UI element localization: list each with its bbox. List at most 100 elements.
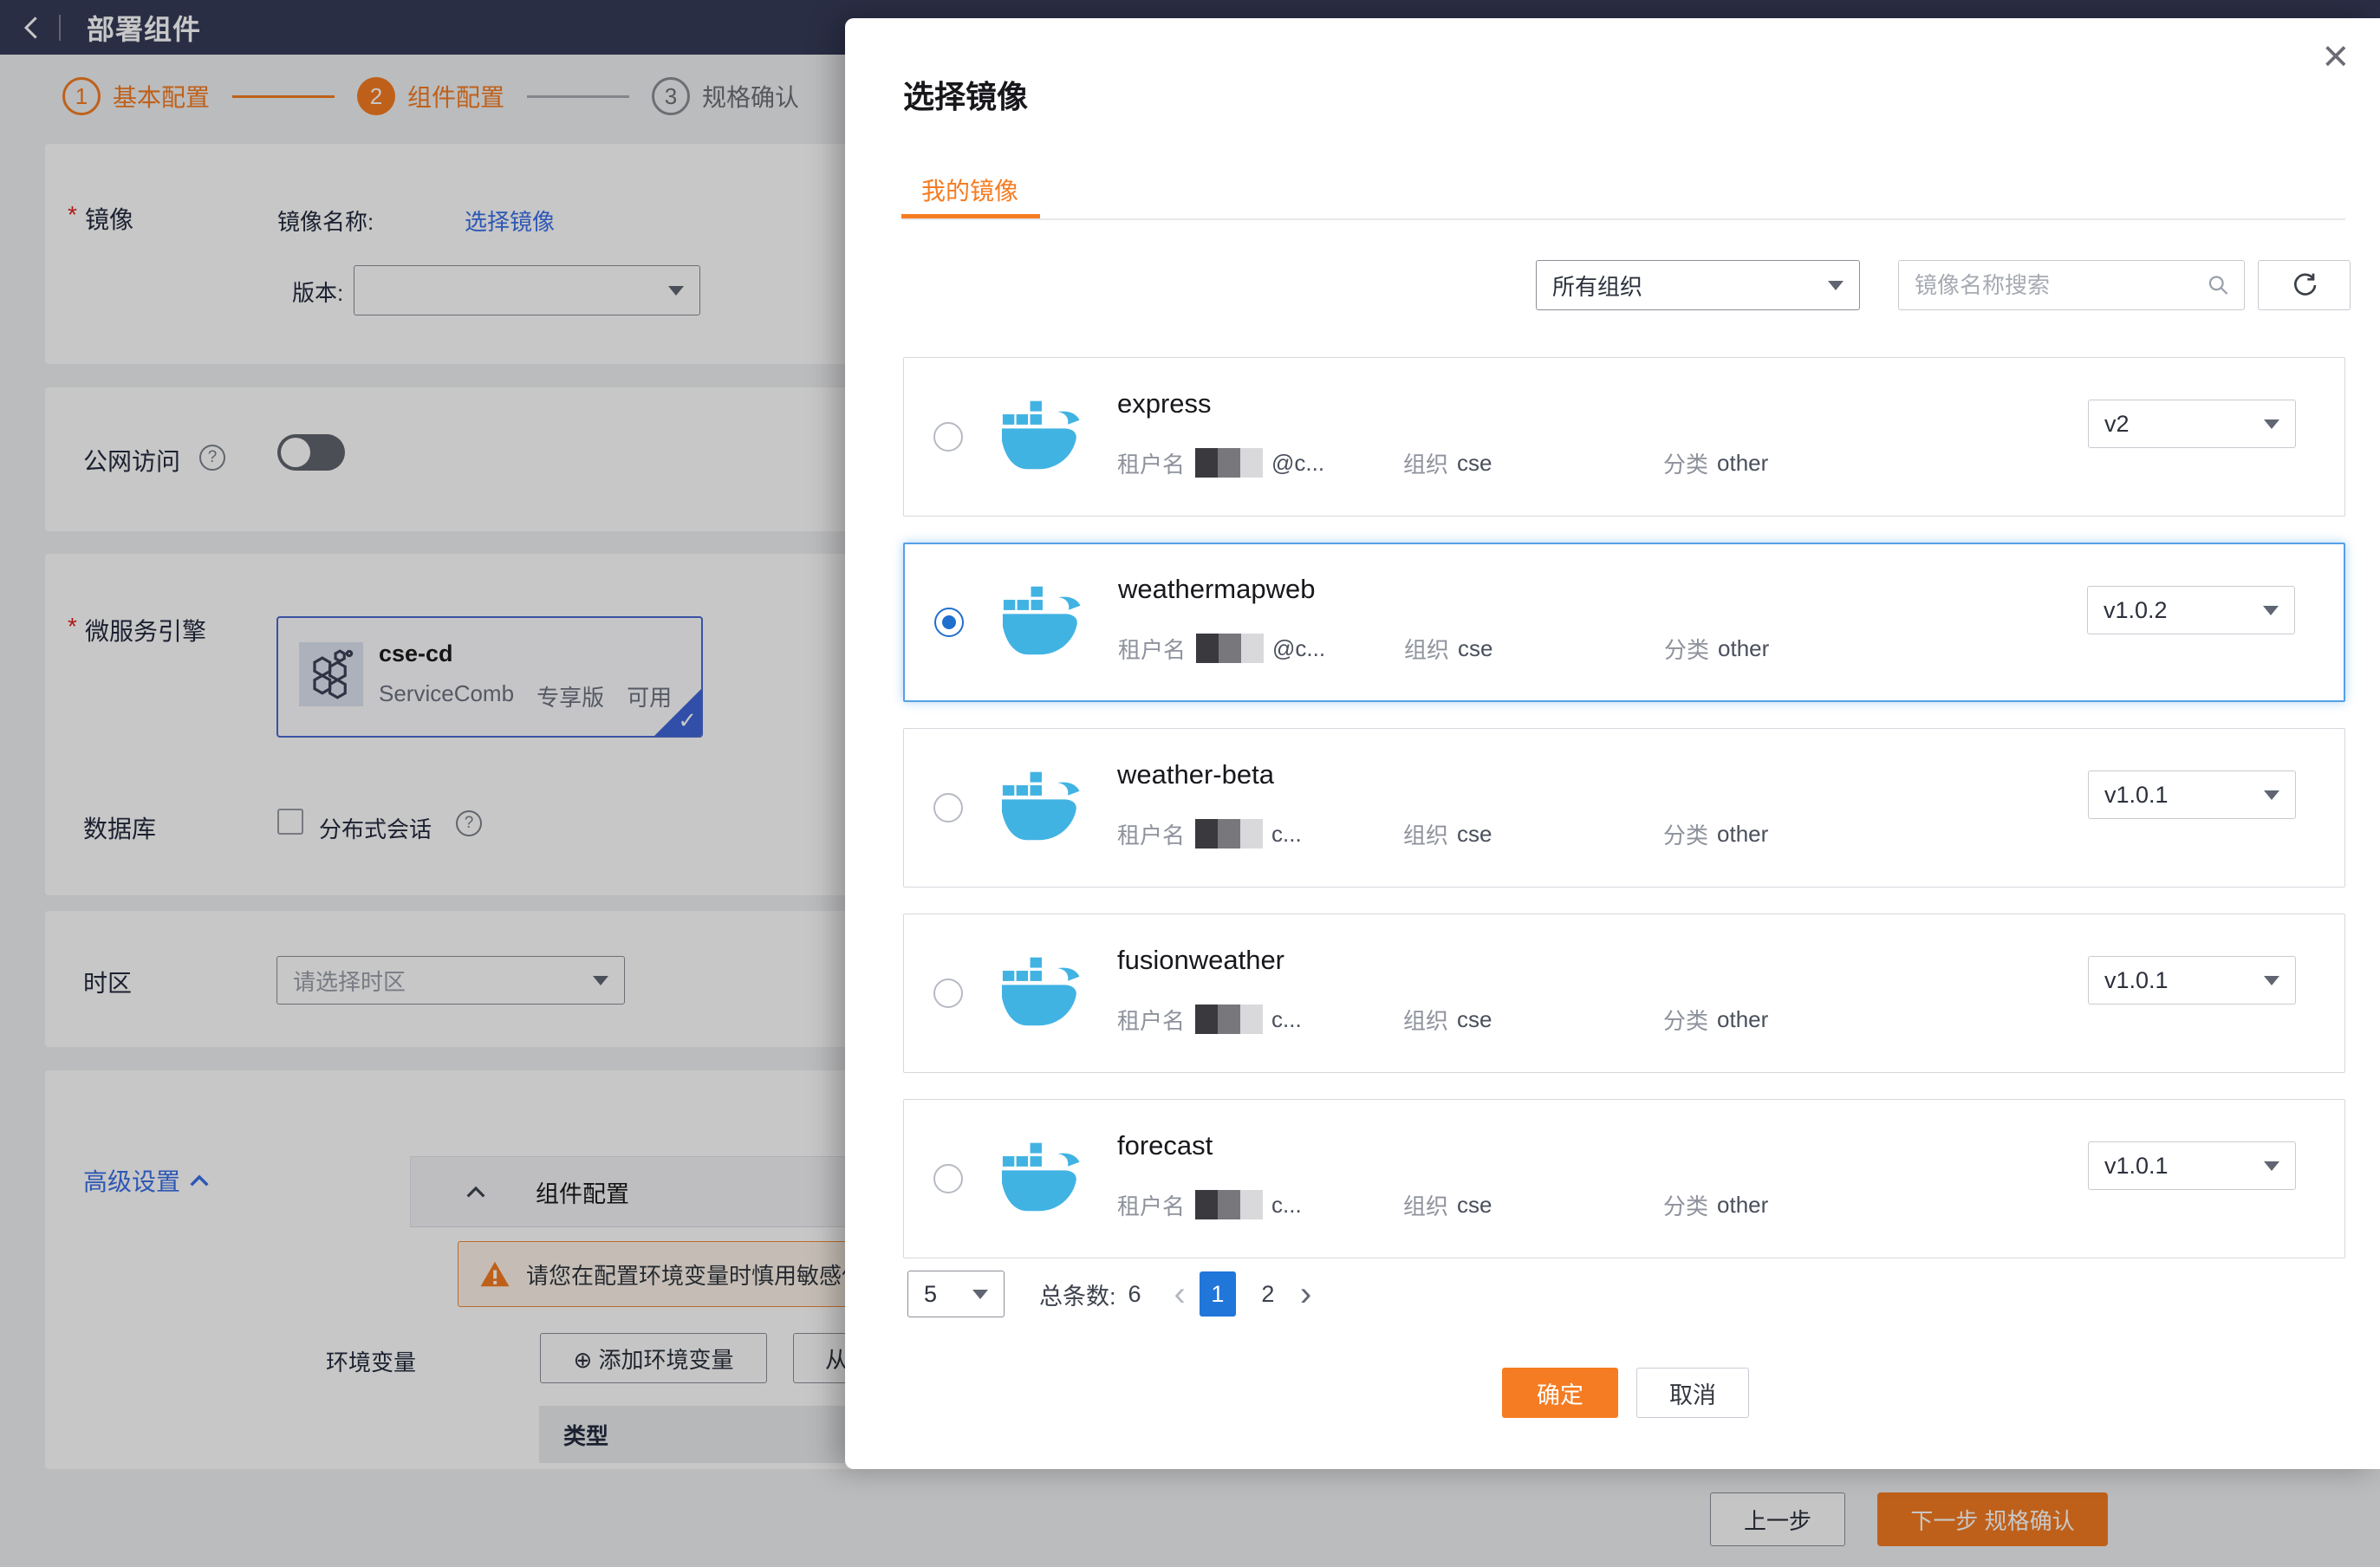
- chevron-down-icon: [2264, 976, 2279, 985]
- search-icon: [2207, 272, 2230, 298]
- refresh-button[interactable]: [2258, 260, 2351, 310]
- category-label: 分类: [1663, 818, 1708, 850]
- org-value: cse: [1457, 821, 1492, 848]
- prev-page-icon[interactable]: ‹: [1174, 1271, 1186, 1317]
- version-value: v2: [2104, 411, 2130, 438]
- page-2[interactable]: 2: [1250, 1271, 1286, 1317]
- image-radio[interactable]: [933, 979, 963, 1008]
- image-info: forecast 租户名 c... 组织 cse 分类 other: [1117, 1137, 1768, 1221]
- chevron-down-icon: [1828, 281, 1844, 290]
- image-info: weather-beta 租户名 c... 组织 cse 分类 other: [1117, 766, 1768, 850]
- refresh-icon: [2291, 271, 2318, 299]
- redacted-tenant: [1195, 1190, 1263, 1219]
- image-card-forecast[interactable]: forecast 租户名 c... 组织 cse 分类 other v1.0.1: [903, 1099, 2345, 1258]
- org-value: cse: [1457, 1006, 1492, 1033]
- image-meta: 租户名 c... 组织 cse 分类 other: [1117, 818, 1768, 850]
- radio-dot: [941, 430, 955, 444]
- next-page-icon[interactable]: ›: [1300, 1271, 1311, 1317]
- search-input[interactable]: [1913, 271, 2207, 300]
- total-count: 6: [1128, 1281, 1141, 1308]
- version-select[interactable]: v1.0.1: [2088, 956, 2296, 1005]
- image-meta: 租户名 @c... 组织 cse 分类 other: [1117, 447, 1768, 479]
- image-card-express[interactable]: express 租户名 @c... 组织 cse 分类 other v2: [903, 357, 2345, 517]
- image-card-weathermapweb[interactable]: weathermapweb 租户名 @c... 组织 cse 分类 other …: [903, 543, 2345, 702]
- category-label: 分类: [1663, 1189, 1708, 1221]
- version-select[interactable]: v1.0.2: [2087, 586, 2295, 634]
- image-info: express 租户名 @c... 组织 cse 分类 other: [1117, 395, 1768, 479]
- page-size-value: 5: [924, 1281, 937, 1308]
- org-value: cse: [1457, 450, 1492, 477]
- pagination: 5 总条数: 6 ‹ 12 ›: [907, 1271, 1311, 1317]
- chevron-down-icon: [2264, 1161, 2279, 1171]
- chevron-down-icon: [2263, 606, 2279, 615]
- version-value: v1.0.1: [2104, 967, 2169, 994]
- tenant-label: 租户名: [1117, 447, 1185, 479]
- tenant-label: 租户名: [1117, 1189, 1185, 1221]
- chevron-down-icon: [2264, 790, 2279, 800]
- chevron-down-icon: [2264, 419, 2279, 429]
- tenant-suffix: c...: [1271, 821, 1302, 848]
- tenant-suffix: c...: [1271, 1192, 1302, 1219]
- category-value: other: [1717, 1006, 1768, 1033]
- image-radio[interactable]: [933, 1164, 963, 1193]
- version-select[interactable]: v2: [2088, 400, 2296, 448]
- radio-dot: [941, 986, 955, 1000]
- image-card-fusionweather[interactable]: fusionweather 租户名 c... 组织 cse 分类 other v…: [903, 914, 2345, 1073]
- image-radio[interactable]: [933, 793, 963, 823]
- version-value: v1.0.1: [2104, 1153, 2169, 1180]
- confirm-button[interactable]: 确定: [1502, 1368, 1618, 1418]
- image-meta: 租户名 c... 组织 cse 分类 other: [1117, 1004, 1768, 1036]
- org-label: 组织: [1403, 447, 1448, 479]
- image-name: weathermapweb: [1118, 574, 1769, 605]
- docker-icon: [1001, 770, 1081, 846]
- tab-my-images[interactable]: 我的镜像: [921, 172, 1018, 207]
- category-value: other: [1718, 635, 1769, 662]
- cancel-button[interactable]: 取消: [1636, 1368, 1749, 1418]
- page-1[interactable]: 1: [1200, 1271, 1236, 1317]
- page-size-dropdown[interactable]: 5: [907, 1271, 1005, 1317]
- org-label: 组织: [1403, 1004, 1448, 1036]
- docker-icon: [1001, 956, 1081, 1031]
- org-filter-dropdown[interactable]: 所有组织: [1536, 260, 1860, 310]
- close-icon[interactable]: ×: [2323, 34, 2349, 79]
- version-select[interactable]: v1.0.1: [2088, 770, 2296, 819]
- org-label: 组织: [1403, 1189, 1448, 1221]
- select-image-modal: × 选择镜像 我的镜像 所有组织 express: [845, 18, 2380, 1469]
- image-radio[interactable]: [933, 422, 963, 452]
- tenant-suffix: @c...: [1272, 635, 1325, 662]
- image-meta: 租户名 @c... 组织 cse 分类 other: [1118, 633, 1769, 665]
- page-numbers: 12: [1186, 1271, 1286, 1317]
- search-box: [1898, 260, 2245, 310]
- tenant-label: 租户名: [1117, 818, 1185, 850]
- org-filter-value: 所有组织: [1552, 270, 1642, 302]
- image-info: weathermapweb 租户名 @c... 组织 cse 分类 other: [1118, 581, 1769, 665]
- radio-dot: [942, 615, 956, 629]
- radio-dot: [941, 801, 955, 815]
- redacted-tenant: [1195, 819, 1263, 849]
- category-value: other: [1717, 1192, 1768, 1219]
- redacted-tenant: [1195, 448, 1263, 478]
- docker-icon: [1001, 1141, 1081, 1217]
- version-select[interactable]: v1.0.1: [2088, 1141, 2296, 1190]
- category-value: other: [1717, 450, 1768, 477]
- image-card-weather-beta[interactable]: weather-beta 租户名 c... 组织 cse 分类 other v1…: [903, 728, 2345, 888]
- docker-icon: [1001, 400, 1081, 475]
- version-value: v1.0.2: [2104, 597, 2168, 624]
- image-list: express 租户名 @c... 组织 cse 分类 other v2: [903, 357, 2345, 1284]
- image-name: forecast: [1117, 1130, 1768, 1161]
- category-label: 分类: [1663, 447, 1708, 479]
- tab-border: [901, 218, 2345, 220]
- tenant-label: 租户名: [1117, 1004, 1185, 1036]
- image-radio[interactable]: [934, 608, 964, 637]
- org-value: cse: [1458, 635, 1492, 662]
- total-label: 总条数:: [1039, 1278, 1116, 1311]
- image-name: fusionweather: [1117, 945, 1768, 976]
- tenant-suffix: @c...: [1271, 450, 1324, 477]
- redacted-tenant: [1196, 634, 1264, 663]
- tenant-suffix: c...: [1271, 1006, 1302, 1033]
- image-name: weather-beta: [1117, 759, 1768, 790]
- category-value: other: [1717, 821, 1768, 848]
- org-label: 组织: [1403, 818, 1448, 850]
- org-value: cse: [1457, 1192, 1492, 1219]
- org-label: 组织: [1404, 633, 1449, 665]
